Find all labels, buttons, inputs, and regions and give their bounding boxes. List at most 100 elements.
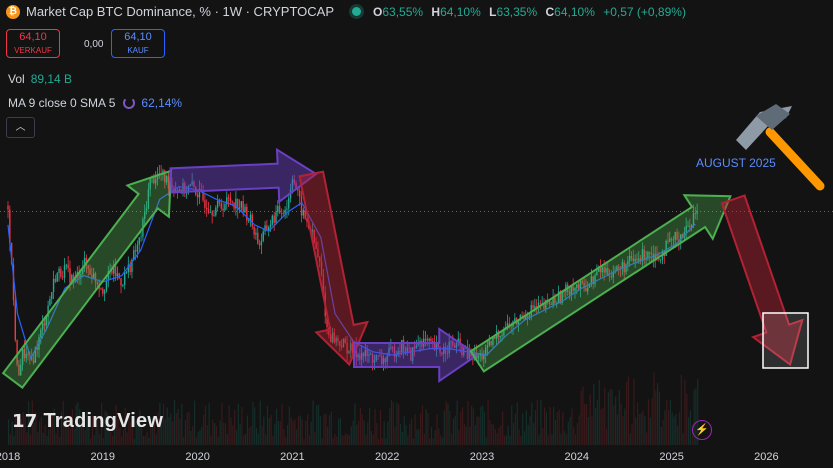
- symbol-header: ₿ Market Cap BTC Dominance, % · 1W · CRY…: [6, 4, 691, 19]
- volume-bar: [631, 423, 633, 445]
- volume-bar: [250, 426, 252, 445]
- candle-body: [258, 243, 261, 246]
- volume-bar: [543, 407, 546, 445]
- volume-bar: [252, 402, 254, 445]
- volume-bar: [646, 432, 648, 445]
- volume-bar: [618, 389, 620, 445]
- volume-bar: [55, 433, 57, 445]
- volume-bar: [491, 423, 493, 445]
- volume-bar: [179, 418, 181, 445]
- bitcoin-icon: ₿: [6, 4, 20, 19]
- volume-bar: [688, 417, 690, 445]
- volume-bar: [376, 423, 378, 445]
- volume-bar: [511, 405, 513, 445]
- volume-label: Vol: [8, 72, 25, 86]
- volume-bar: [461, 407, 464, 445]
- volume-bar: [372, 434, 374, 445]
- volume-bar: [403, 416, 405, 445]
- volume-bar: [358, 420, 360, 445]
- candle-body: [54, 278, 57, 282]
- lightning-icon[interactable]: ⚡: [692, 420, 712, 440]
- volume-bar: [192, 426, 194, 445]
- volume-bar: [336, 436, 338, 445]
- volume-bar: [379, 410, 382, 445]
- volume-bar: [482, 405, 484, 445]
- candle-body: [122, 284, 124, 286]
- volume-bar: [682, 433, 684, 445]
- volume-bar: [471, 405, 473, 445]
- volume-bar: [438, 428, 440, 445]
- volume-bar: [26, 431, 28, 445]
- volume-bar: [410, 418, 413, 445]
- volume-bar: [268, 417, 270, 445]
- volume-bar: [294, 419, 296, 445]
- volume-bar: [239, 423, 241, 445]
- volume-bar: [633, 378, 635, 445]
- sell-button[interactable]: 64,10 VERKAUF: [6, 29, 60, 58]
- volume-bar: [214, 422, 216, 445]
- volume-bar: [509, 435, 511, 445]
- candle-body: [280, 213, 283, 214]
- volume-bar: [42, 432, 44, 445]
- volume-bar: [558, 409, 560, 445]
- x-axis-label: 2018: [0, 451, 20, 463]
- volume-bar: [175, 412, 177, 445]
- candle-body: [116, 273, 119, 277]
- volume-bar: [274, 423, 276, 445]
- volume-bar: [677, 425, 679, 445]
- volume-bar: [148, 437, 150, 445]
- volume-bar: [666, 400, 668, 445]
- collapse-legend-button[interactable]: ︿: [6, 117, 35, 138]
- volume-bar: [492, 424, 495, 445]
- volume-bar: [37, 432, 39, 445]
- target-box: [762, 312, 809, 369]
- volume-bar: [286, 425, 289, 445]
- candle-body: [432, 341, 434, 343]
- volume-bar: [296, 429, 298, 445]
- volume-indicator[interactable]: Vol 89,14 B: [8, 72, 72, 86]
- candle-body: [100, 288, 102, 290]
- volume-bar: [640, 413, 642, 445]
- volume-bar: [578, 415, 580, 445]
- symbol-title[interactable]: Market Cap BTC Dominance, % · 1W · CRYPT…: [26, 4, 334, 19]
- volume-bar: [662, 419, 664, 445]
- price-chart[interactable]: 2018 2019 2020 2021 2022 2023 2024 2025 2026: [0, 0, 833, 468]
- volume-bar: [334, 434, 336, 445]
- x-axis-label: 2024: [565, 451, 589, 463]
- candle-body: [246, 206, 248, 221]
- volume-bar: [310, 421, 312, 445]
- tradingview-logo[interactable]: 17 TradingView: [12, 410, 163, 433]
- volume-bar: [254, 407, 256, 445]
- volume-bar: [168, 417, 170, 445]
- volume-bar: [228, 404, 230, 445]
- volume-bar: [529, 415, 531, 445]
- candle-body: [253, 226, 255, 235]
- volume-bar: [562, 412, 564, 445]
- volume-bar: [281, 403, 283, 445]
- volume-bar: [480, 406, 482, 445]
- volume-bar: [232, 425, 234, 445]
- candle-body: [204, 200, 206, 208]
- volume-bar: [449, 410, 451, 445]
- candle-body: [231, 201, 233, 203]
- candle-body: [430, 338, 432, 342]
- volume-bar: [314, 432, 316, 445]
- volume-bar: [235, 429, 238, 445]
- volume-bar: [542, 428, 544, 445]
- buy-price: 64,10: [124, 31, 152, 43]
- volume-bar: [221, 402, 223, 445]
- ma-indicator[interactable]: MA 9 close 0 SMA 5 62,14%: [8, 96, 182, 110]
- volume-bar: [257, 433, 259, 445]
- candle-body: [273, 215, 275, 223]
- volume-bar: [467, 401, 469, 445]
- volume-bar: [505, 435, 507, 445]
- buy-button[interactable]: 64,10 KAUF: [111, 29, 165, 58]
- volume-bar: [560, 433, 562, 445]
- candle-body: [255, 232, 257, 235]
- volume-bar: [177, 408, 179, 445]
- volume-bar: [13, 435, 15, 445]
- candle-body: [52, 278, 55, 293]
- volume-bar: [458, 429, 460, 445]
- volume-bar: [245, 433, 247, 445]
- x-axis-label: 2020: [185, 451, 209, 463]
